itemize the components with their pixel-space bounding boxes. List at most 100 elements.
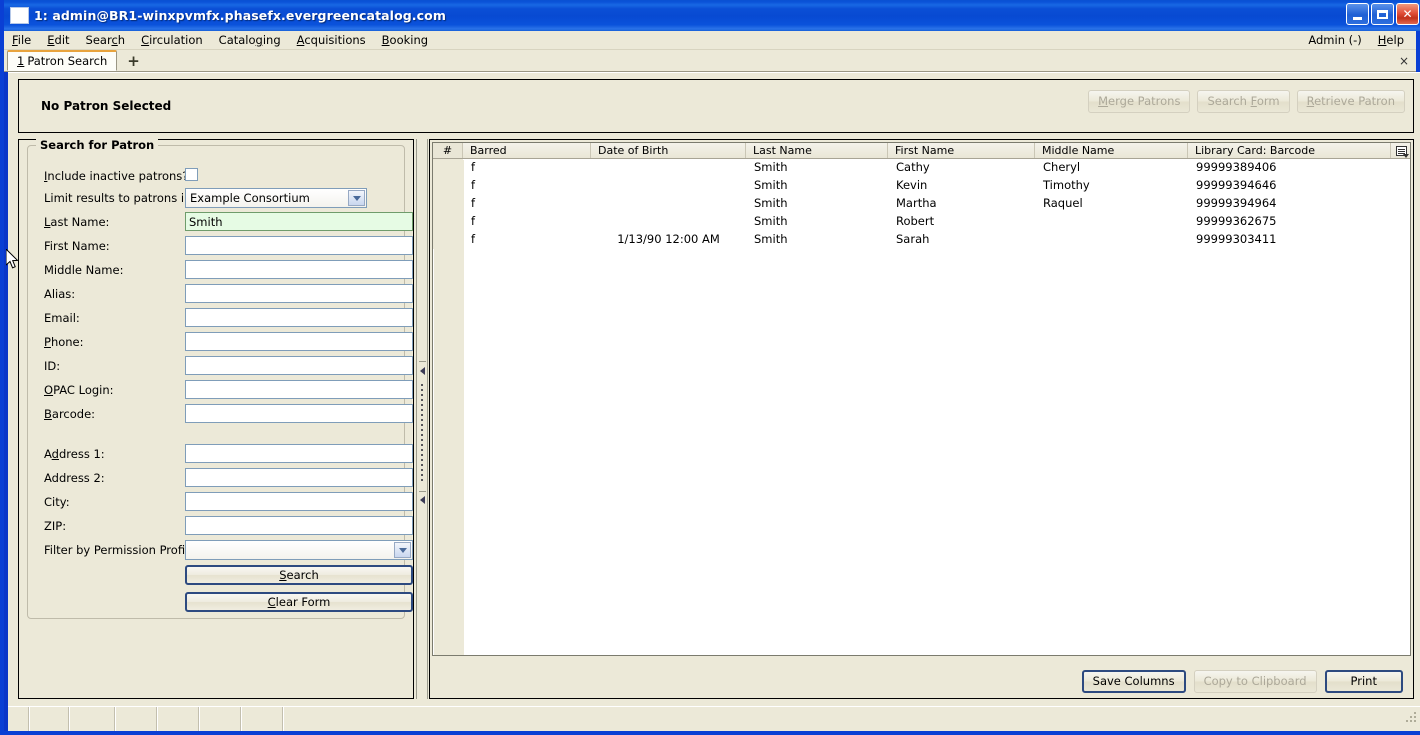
org-unit-select[interactable]: Example Consortium <box>185 188 367 208</box>
column-header-first-name[interactable]: First Name <box>888 143 1035 158</box>
opac-login-input[interactable] <box>185 380 413 399</box>
column-header-date-of-birth[interactable]: Date of Birth <box>591 143 746 158</box>
menu-circulation[interactable]: Circulation <box>133 31 211 49</box>
label-alias: Alias: <box>44 287 76 301</box>
column-header-last-name[interactable]: Last Name <box>746 143 888 158</box>
pane-splitter[interactable] <box>416 139 428 699</box>
splitter-collapse-left-icon[interactable] <box>420 367 425 375</box>
clear-form-button[interactable]: Clear Form <box>185 592 413 612</box>
resize-grip[interactable] <box>1404 707 1420 731</box>
splitter-grip[interactable] <box>421 384 423 484</box>
search-button[interactable]: Search <box>185 565 413 585</box>
cell-last: Smith <box>754 160 788 174</box>
table-row[interactable]: 3fSmithMarthaRaquel99999394964 <box>433 195 1410 213</box>
menu-bar: File Edit Search Circulation Cataloging … <box>4 31 1416 50</box>
results-table-header: # Barred Date of Birth Last Name First Name M… <box>433 143 1410 159</box>
label-phone: Phone: <box>44 335 84 349</box>
cell-first: Martha <box>896 196 937 210</box>
cell-dob <box>591 195 746 213</box>
menu-help[interactable]: Help <box>1370 31 1412 49</box>
zip-input[interactable] <box>185 516 413 535</box>
maximize-button[interactable] <box>1371 3 1394 25</box>
tab-strip: 1 Patron Search + × <box>4 50 1416 72</box>
copy-to-clipboard-button[interactable]: Copy to Clipboard <box>1193 669 1317 693</box>
merge-patrons-button[interactable]: Merge Patrons <box>1088 90 1191 113</box>
retrieve-patron-button[interactable]: Retrieve Patron <box>1296 90 1405 113</box>
column-header-library-card-barcode[interactable]: Library Card: Barcode <box>1188 143 1391 158</box>
close-button[interactable]: ✕ <box>1396 3 1419 25</box>
tab-number: 1 <box>17 54 25 68</box>
barcode-input[interactable] <box>185 404 413 423</box>
column-header-barred[interactable]: Barred <box>463 143 591 158</box>
permission-profile-select[interactable] <box>185 540 413 560</box>
status-segment-rest <box>284 707 1404 731</box>
label-zip: ZIP: <box>44 519 67 533</box>
label-permission-profile: Filter by Permission Profile: <box>44 543 200 557</box>
cell-dob <box>591 177 746 195</box>
status-segment-1 <box>8 707 30 731</box>
label-city: City: <box>44 495 70 509</box>
print-button[interactable]: Print <box>1324 669 1403 693</box>
status-segment-7 <box>242 707 284 731</box>
cell-last: Smith <box>754 214 788 228</box>
minimize-button[interactable] <box>1346 3 1369 25</box>
chevron-down-icon[interactable] <box>394 542 411 558</box>
email-input[interactable] <box>185 308 413 327</box>
last-name-input[interactable] <box>185 212 413 231</box>
column-picker-button[interactable] <box>1391 143 1410 158</box>
address-2-input[interactable] <box>185 468 413 487</box>
chevron-down-icon[interactable] <box>348 190 365 206</box>
table-row[interactable]: 2fSmithKevinTimothy99999394646 <box>433 177 1410 195</box>
menu-search[interactable]: Search <box>78 31 134 49</box>
tab-close-icon[interactable]: × <box>1399 54 1409 68</box>
label-first-name: First Name: <box>44 239 110 253</box>
cell-dob: 1/13/90 12:00 AM <box>617 232 720 246</box>
cell-middle <box>1035 213 1188 231</box>
label-barcode: Barcode: <box>44 407 96 421</box>
label-opac-login: OPAC Login: <box>44 383 114 397</box>
label-email: Email: <box>44 311 80 325</box>
menu-cataloging[interactable]: Cataloging <box>211 31 289 49</box>
table-row[interactable]: 1fSmithCathyCheryl99999389406 <box>433 159 1410 177</box>
first-name-input[interactable] <box>185 236 413 255</box>
tab-label: Patron Search <box>27 54 108 68</box>
splitter-tick <box>419 361 426 362</box>
cell-barred: f <box>471 160 476 174</box>
save-columns-button[interactable]: Save Columns <box>1081 669 1186 693</box>
include-inactive-checkbox[interactable] <box>185 168 198 181</box>
alias-input[interactable] <box>185 284 413 303</box>
tab-patron-search[interactable]: 1 Patron Search <box>7 50 118 71</box>
middle-name-input[interactable] <box>185 260 413 279</box>
search-group-title: Search for Patron <box>36 138 159 152</box>
cell-first: Sarah <box>896 232 930 246</box>
city-input[interactable] <box>185 492 413 511</box>
cell-barcode: 99999394964 <box>1196 196 1277 210</box>
cell-last: Smith <box>754 196 788 210</box>
menu-bar-right: Admin (-) Help <box>1300 31 1416 49</box>
menu-admin[interactable]: Admin (-) <box>1300 31 1369 49</box>
label-address-1: Address 1: <box>44 447 105 461</box>
cell-middle: Cheryl <box>1043 160 1081 174</box>
cell-first: Cathy <box>896 160 930 174</box>
table-row[interactable]: 4fSmithRobert99999362675 <box>433 213 1410 231</box>
patron-status-label: No Patron Selected <box>41 99 172 113</box>
phone-input[interactable] <box>185 332 413 351</box>
menu-file[interactable]: File <box>4 31 39 49</box>
splitter-collapse-left-icon-2[interactable] <box>420 496 425 504</box>
column-header-middle-name[interactable]: Middle Name <box>1035 143 1188 158</box>
status-segment-5 <box>158 707 200 731</box>
menu-booking[interactable]: Booking <box>374 31 436 49</box>
label-include-inactive: Include inactive patrons? <box>44 169 189 183</box>
table-row[interactable]: 5f1/13/90 12:00 AMSmithSarah99999303411 <box>433 231 1410 249</box>
new-tab-button[interactable]: + <box>123 54 144 69</box>
column-header-[interactable]: # <box>433 143 463 158</box>
search-form-button[interactable]: Search Form <box>1197 90 1290 113</box>
window-icon <box>10 7 29 24</box>
menu-edit[interactable]: Edit <box>39 31 77 49</box>
id-input[interactable] <box>185 356 413 375</box>
address-1-input[interactable] <box>185 444 413 463</box>
menu-acquisitions[interactable]: Acquisitions <box>289 31 374 49</box>
status-bar <box>8 706 1420 731</box>
cell-barcode: 99999362675 <box>1196 214 1277 228</box>
title-bar: 1: admin@BR1-winxpvmfx.phasefx.evergreen… <box>4 0 1420 31</box>
